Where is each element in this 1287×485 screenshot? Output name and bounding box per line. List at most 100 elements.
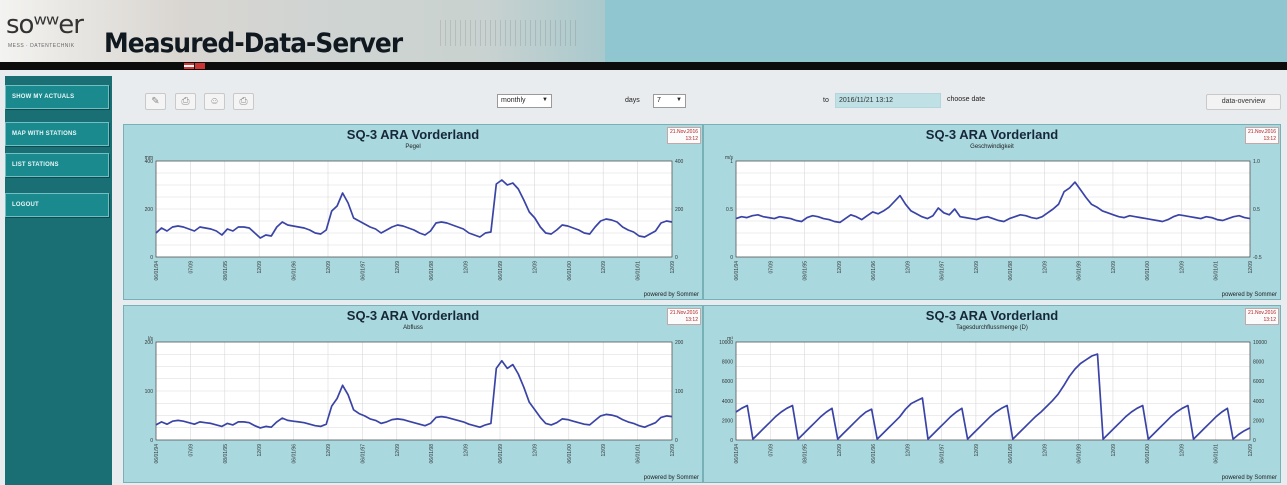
y-tick-label-right: 1.0 [1253, 159, 1260, 165]
x-tick-label: 06/01/01 [1214, 261, 1220, 281]
x-tick-label: 06/01/98 [1008, 444, 1014, 464]
chart-title: SQ-3 ARA Vorderland [346, 127, 480, 142]
y-tick-label-left: 100 [145, 389, 154, 395]
powered-by-label: powered by Sommer [643, 292, 699, 298]
x-tick-label: 06/01/96 [871, 444, 877, 464]
y-tick-label-right: 200 [675, 340, 684, 346]
x-tick-label: 12/09 [532, 261, 538, 274]
chart-panel-geschwindigkeit: 0 0.5 1 -0.5 0.5 1.0 m/s 06/01/94 07/09 08/01/95 1… [703, 124, 1281, 300]
x-tick-label: 12/09 [464, 261, 470, 274]
nav-map-with-stations[interactable]: MAP WITH STATIONS [5, 122, 109, 146]
person-icon[interactable]: ☺ [204, 93, 225, 110]
x-tick-label: 12/09 [1179, 444, 1185, 457]
x-tick-label: 12/09 [257, 444, 263, 457]
y-tick-label-left: 4000 [722, 399, 733, 405]
y-tick-label-right: 4000 [1253, 399, 1264, 405]
y-tick-label-left: 6000 [722, 379, 733, 385]
x-tick-label: 12/09 [1248, 444, 1254, 457]
x-tick-label: 06/01/94 [734, 261, 740, 281]
y-tick-label-right: 0.5 [1253, 207, 1260, 213]
x-tick-label: 08/01/95 [223, 444, 229, 464]
logo-tagline: MESS · DATENTECHNIK [8, 43, 75, 49]
chart-subtitle: Geschwindigkeit [970, 144, 1014, 150]
nav-list-stations[interactable]: LIST STATIONS [5, 153, 109, 177]
data-overview-button[interactable]: data-overview [1206, 94, 1281, 110]
x-tick-label: 06/01/00 [567, 444, 573, 464]
y-axis-unit: m³ [727, 336, 733, 342]
x-tick-label: 06/01/01 [1214, 444, 1220, 464]
to-label: to [823, 97, 829, 104]
y-tick-label-right: 400 [675, 159, 684, 165]
x-tick-label: 12/09 [670, 261, 676, 274]
x-tick-label: 06/01/98 [429, 444, 435, 464]
x-tick-label: 12/09 [1111, 261, 1117, 274]
x-tick-label: 06/01/98 [1008, 261, 1014, 281]
x-tick-label: 06/01/99 [1077, 261, 1083, 281]
x-tick-label: 12/09 [1042, 261, 1048, 274]
chart-tagesdurchfluss: 0 2000 4000 6000 8000 10000 0 2000 4000 6000 8000 1… [719, 336, 1267, 464]
y-tick-label-left: 0 [150, 255, 153, 261]
x-tick-label: 12/09 [974, 444, 980, 457]
date-field[interactable]: 2016/11/21 13:12 [835, 93, 941, 108]
x-tick-label: 06/01/01 [636, 444, 642, 464]
y-tick-label-right: 2000 [1253, 418, 1264, 424]
y-tick-label-right: 0 [1253, 438, 1256, 444]
x-tick-label: 06/01/99 [1077, 444, 1083, 464]
x-tick-label: 07/09 [768, 444, 774, 457]
y-axis-unit: l/s [148, 336, 154, 342]
x-tick-label: 06/01/96 [871, 261, 877, 281]
y-tick-label-left: 200 [145, 207, 154, 213]
x-tick-label: 12/09 [464, 444, 470, 457]
nav-logout[interactable]: LOGOUT [5, 193, 109, 217]
chart-title: SQ-3 ARA Vorderland [346, 308, 480, 323]
x-tick-label: 12/09 [974, 261, 980, 274]
chart-panel-tagesdurchfluss: 0 2000 4000 6000 8000 10000 0 2000 4000 6000 8000 1… [703, 305, 1281, 483]
x-tick-label: 12/09 [905, 261, 911, 274]
x-tick-label: 06/01/97 [360, 444, 366, 464]
x-tick-label: 06/01/97 [360, 261, 366, 281]
chevron-down-icon: ▼ [542, 97, 548, 103]
chart-pegel: 02004000200400mm06/01/94 07/09 08/01/95 12/… [145, 155, 684, 281]
x-tick-label: 06/01/94 [154, 261, 160, 281]
chart-title: SQ-3 ARA Vorderland [925, 127, 1059, 142]
y-tick-label-left: 0 [730, 255, 733, 261]
language-flags [184, 63, 206, 70]
nav-show-my-actuals[interactable]: SHOW MY ACTUALS [5, 85, 109, 109]
chart-datestamp: 21.Nov.2016 13:12 [667, 127, 701, 144]
x-tick-label: 12/09 [670, 444, 676, 457]
chart-datestamp: 21.Nov.2016 13:12 [1245, 308, 1279, 325]
chart-subtitle: Abfluss [403, 325, 423, 331]
x-tick-label: 06/01/99 [498, 261, 504, 281]
x-tick-label: 06/01/00 [567, 261, 573, 281]
x-tick-label: 06/01/97 [940, 444, 946, 464]
y-tick-label-right: 0 [675, 255, 678, 261]
pencil-icon[interactable]: ✎ [145, 93, 166, 110]
y-tick-label-left: 2000 [722, 418, 733, 424]
x-tick-label: 12/09 [395, 444, 401, 457]
x-tick-label: 07/09 [768, 261, 774, 274]
y-tick-label-left: 8000 [722, 360, 733, 366]
period-select-value: monthly [501, 97, 526, 104]
header-banner: soʷʷer MESS · DATENTECHNIK Measured-Data… [0, 0, 1287, 62]
x-tick-label: 07/09 [188, 261, 194, 274]
x-tick-label: 12/09 [1111, 444, 1117, 457]
y-tick-label-right: 0 [675, 438, 678, 444]
x-tick-label: 12/09 [1179, 261, 1185, 274]
x-tick-label: 08/01/95 [803, 261, 809, 281]
span-select[interactable]: 7 ▼ [653, 94, 686, 108]
print-icon[interactable]: ⎙ [175, 93, 196, 110]
x-tick-label: 08/01/95 [803, 444, 809, 464]
flag-de-icon[interactable] [184, 63, 194, 69]
y-tick-label-right: 100 [675, 389, 684, 395]
flag-en-icon[interactable] [195, 63, 205, 69]
period-select[interactable]: monthly ▼ [497, 94, 552, 108]
sommer-logo[interactable]: soʷʷer [6, 10, 84, 40]
x-tick-label: 12/09 [905, 444, 911, 457]
powered-by-label: powered by Sommer [1221, 292, 1277, 298]
choose-date-link[interactable]: choose date [947, 96, 985, 103]
app-title: Measured-Data-Server [104, 28, 403, 59]
x-tick-label: 06/01/00 [1145, 261, 1151, 281]
printer-icon[interactable]: ⎙ [233, 93, 254, 110]
x-tick-label: 12/09 [1248, 261, 1254, 274]
chart-geschwindigkeit: 00.51-0.50.51.0m/s06/01/94 07/09 08/01/95 1… [725, 155, 1262, 281]
